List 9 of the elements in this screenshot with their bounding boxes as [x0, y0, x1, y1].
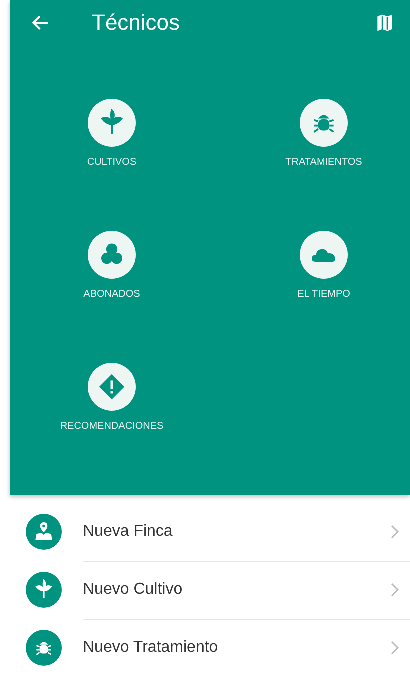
screen-title: Técnicos [92, 10, 182, 36]
list-item[interactable]: Nuevo Cultivo [0, 561, 410, 619]
list-item[interactable]: Nuevo Tratamiento [0, 619, 410, 677]
list-item[interactable]: Nueva Finca [0, 503, 410, 561]
category-tile[interactable]: RECOMENDACIONES [52, 363, 172, 495]
category-tile[interactable]: ABONADOS [52, 231, 172, 363]
category-tile[interactable]: TRATAMIENTOS [264, 99, 384, 231]
category-tile[interactable]: EL TIEMPO [264, 231, 384, 363]
category-tile[interactable]: CULTIVOS [52, 99, 172, 231]
